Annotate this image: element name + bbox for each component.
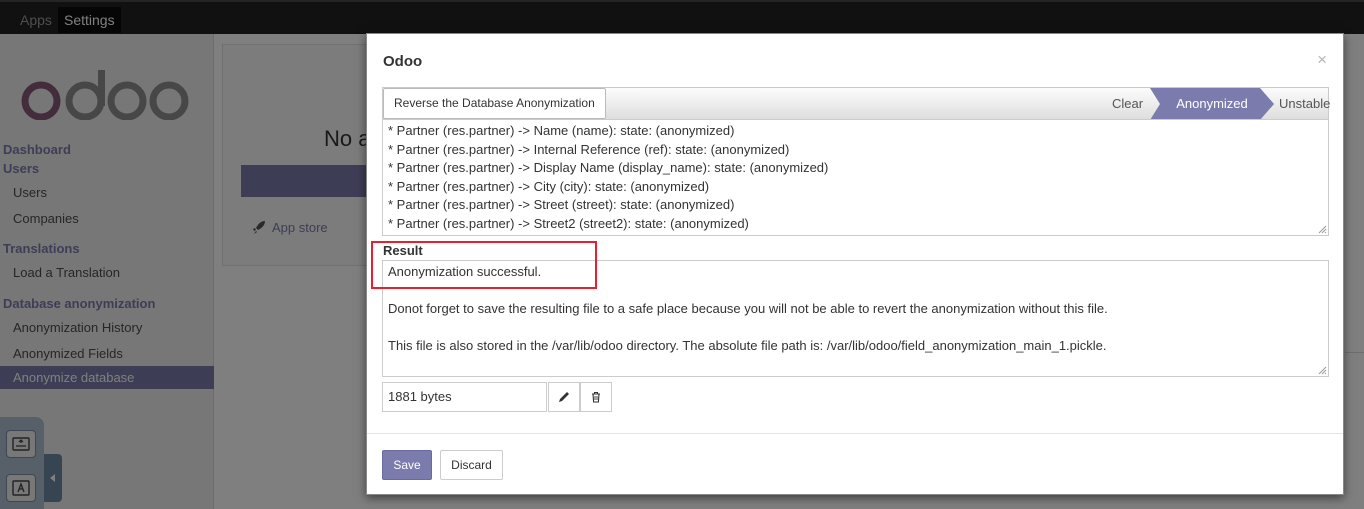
file-size-field[interactable]: 1881 bytes: [382, 382, 547, 412]
field-line: * Partner (res.partner) -> Street (stree…: [388, 197, 735, 213]
save-button[interactable]: Save: [382, 450, 432, 480]
result-line: This file is also stored in the /var/lib…: [388, 338, 1107, 354]
discard-button[interactable]: Discard: [440, 450, 503, 480]
reverse-anonymization-button[interactable]: Reverse the Database Anonymization: [383, 88, 606, 119]
field-line: * Partner (res.partner) -> Street2 (stre…: [388, 215, 749, 231]
field-line: * Partner (res.partner) -> City (city): …: [388, 178, 710, 194]
footer-divider: [367, 433, 1343, 434]
resize-grip-icon[interactable]: [1317, 224, 1327, 234]
edit-file-button[interactable]: [548, 382, 580, 412]
field-line: * Partner (res.partner) -> Display Name …: [388, 160, 829, 176]
fields-state-textarea[interactable]: * Partner (res.partner) -> Name (name): …: [382, 119, 1329, 236]
highlight-annotation: [371, 241, 597, 289]
field-line: * Partner (res.partner) -> Internal Refe…: [388, 141, 790, 157]
delete-file-button[interactable]: [580, 382, 612, 412]
field-line: * Partner (res.partner) -> Name (name): …: [388, 123, 735, 138]
state-clear: Clear: [1112, 96, 1144, 111]
resize-grip-icon[interactable]: [1317, 365, 1327, 375]
anonymization-dialog: Odoo × Reverse the Database Anonymizatio…: [366, 33, 1344, 495]
form-statusbar: Reverse the Database Anonymization Clear…: [382, 87, 1331, 120]
state-anonymized: Anonymized: [1150, 88, 1274, 120]
dialog-title: Odoo: [383, 53, 423, 70]
result-line: Donot forget to save the resulting file …: [388, 301, 1108, 317]
result-line: [388, 319, 1323, 338]
pencil-icon: [559, 392, 569, 402]
close-icon[interactable]: ×: [1317, 51, 1327, 68]
state-unstable: Unstable: [1279, 96, 1331, 111]
trash-icon: [592, 391, 600, 403]
